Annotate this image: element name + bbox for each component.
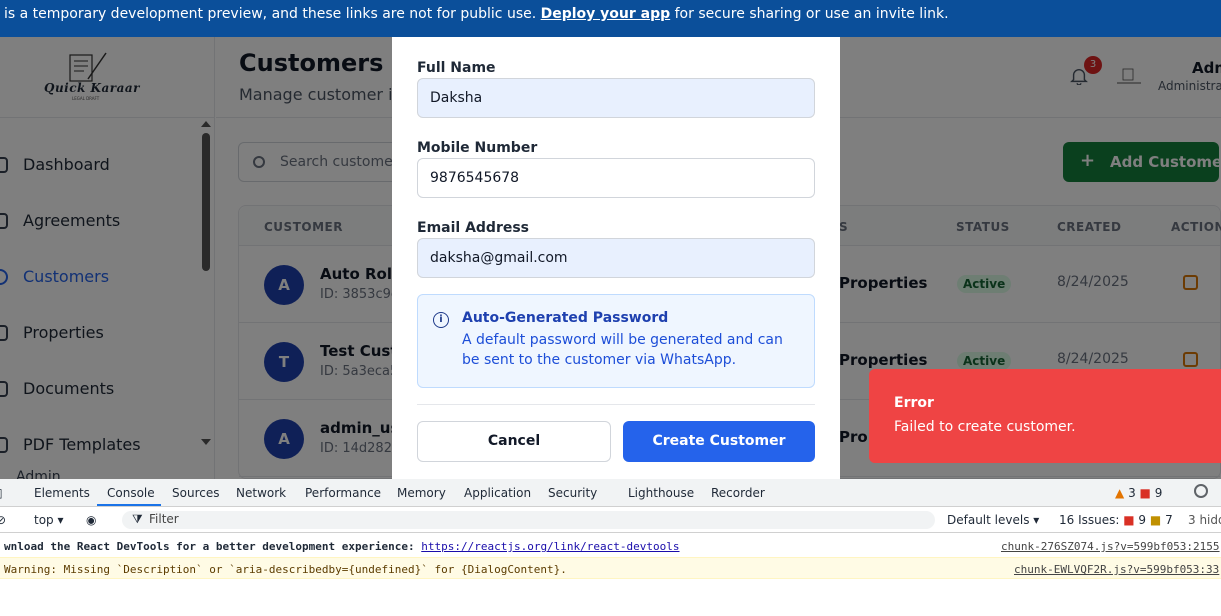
tab-recorder[interactable]: Recorder: [711, 486, 765, 500]
gear-icon[interactable]: [1194, 484, 1208, 498]
email-field[interactable]: daksha@gmail.com: [417, 238, 815, 278]
clear-console-icon[interactable]: ⊘: [0, 513, 6, 527]
deploy-link[interactable]: Deploy your app: [541, 6, 671, 22]
info-text: A default password will be generated and…: [462, 332, 783, 368]
mobile-field[interactable]: 9876545678: [417, 158, 815, 198]
mobile-value: 9876545678: [430, 170, 520, 186]
devtools-counts[interactable]: ▲ 3 ■ 9: [1115, 486, 1162, 500]
hidden-count: 3 hidd: [1188, 513, 1221, 527]
filter-placeholder: Filter: [149, 512, 179, 526]
preview-banner: is a temporary development preview, and …: [0, 0, 1221, 37]
dock-icon[interactable]: ▯: [0, 486, 3, 500]
tab-security[interactable]: Security: [548, 486, 597, 500]
error-toast[interactable]: Error Failed to create customer.: [869, 369, 1221, 463]
warning-text: Warning: Missing `Description` or `aria-…: [4, 563, 567, 576]
console-filter-input[interactable]: ⧩ Filter: [122, 511, 935, 529]
tab-lighthouse[interactable]: Lighthouse: [628, 486, 694, 500]
issues-info-icon: ■: [1149, 513, 1162, 527]
banner-text-after: for secure sharing or use an invite link…: [674, 6, 949, 22]
issues-label: 16 Issues:: [1059, 513, 1120, 527]
create-customer-button[interactable]: Create Customer: [623, 421, 815, 462]
email-label: Email Address: [417, 220, 530, 236]
mobile-label: Mobile Number: [417, 140, 538, 156]
info-icon: i: [433, 312, 449, 328]
cancel-button[interactable]: Cancel: [417, 421, 611, 462]
tab-sources[interactable]: Sources: [172, 486, 219, 500]
filter-icon: ⧩: [132, 512, 143, 526]
full-name-label: Full Name: [417, 60, 496, 76]
devtools-panel: ▯ Elements Console Sources Network Perfo…: [0, 479, 1221, 616]
tab-elements[interactable]: Elements: [34, 486, 90, 500]
devtools-tabs: ▯ Elements Console Sources Network Perfo…: [0, 479, 1221, 507]
issues-info-count: 7: [1165, 513, 1173, 527]
full-name-value: Daksha: [430, 90, 483, 106]
context-selector[interactable]: top ▾: [34, 513, 64, 527]
error-icon: ■: [1139, 486, 1151, 500]
issues-error-count: 9: [1138, 513, 1147, 527]
warning-source-link[interactable]: chunk-EWLVQF2R.js?v=599bf053:33: [1014, 563, 1219, 576]
warning-icon: ▲: [1115, 486, 1125, 500]
log-levels-dropdown[interactable]: Default levels ▾: [947, 513, 1039, 527]
console-warning-entry: Warning: Missing `Description` or `aria-…: [0, 557, 1221, 579]
tab-application[interactable]: Application: [464, 486, 531, 500]
info-title: Auto-Generated Password: [462, 310, 669, 326]
divider: [417, 404, 815, 405]
toast-message: Failed to create customer.: [894, 419, 1076, 435]
tab-performance[interactable]: Performance: [305, 486, 381, 500]
toast-title: Error: [894, 395, 934, 411]
context-label: top: [34, 513, 54, 527]
eye-icon[interactable]: ◉: [86, 513, 96, 527]
issues-button[interactable]: 16 Issues: ■ 9 ■ 7: [1059, 513, 1173, 527]
log-text: wnload the React DevTools for a better d…: [4, 540, 422, 553]
issues-error-icon: ■: [1123, 513, 1135, 527]
tab-memory[interactable]: Memory: [397, 486, 446, 500]
log-levels-label: Default levels: [947, 513, 1030, 527]
warning-count: 3: [1128, 486, 1136, 500]
react-devtools-link[interactable]: https://reactjs.org/link/react-devtools: [421, 540, 679, 553]
console-toolbar: ⊘ top ▾ ◉ ⧩ Filter Default levels ▾ 16 I…: [0, 507, 1221, 533]
console-log-entry: wnload the React DevTools for a better d…: [0, 535, 1221, 557]
add-customer-dialog: Full Name Daksha Mobile Number 987654567…: [392, 37, 840, 479]
email-value: daksha@gmail.com: [430, 250, 568, 266]
tab-console[interactable]: Console: [97, 486, 161, 506]
error-count: 9: [1154, 486, 1163, 500]
banner-text: is a temporary development preview, and …: [4, 6, 537, 22]
log-source-link[interactable]: chunk-276SZ074.js?v=599bf053:2155: [1001, 540, 1220, 553]
full-name-field[interactable]: Daksha: [417, 78, 815, 118]
password-info-box: i Auto-Generated Password A default pass…: [417, 294, 815, 388]
tab-network[interactable]: Network: [236, 486, 286, 500]
